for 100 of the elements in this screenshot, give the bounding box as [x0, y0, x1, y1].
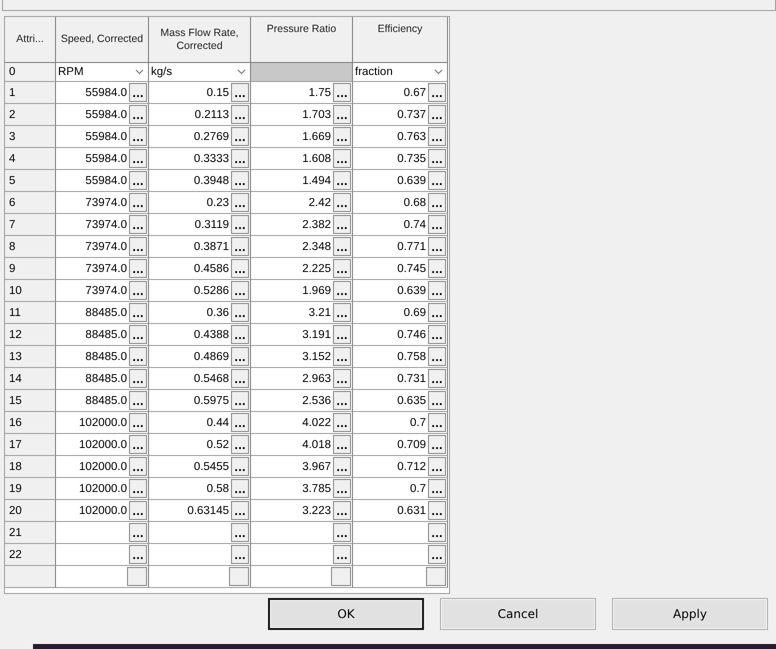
edit-button[interactable]: ... [129, 281, 147, 300]
edit-button[interactable]: ... [129, 457, 147, 476]
table-cell[interactable]: 0.67 ... [353, 82, 448, 104]
table-cell[interactable]: 0.74 ... [353, 214, 448, 236]
edit-button[interactable]: ... [428, 193, 446, 212]
table-cell[interactable]: ... [149, 544, 251, 566]
table-cell[interactable]: 0.63145 ... [149, 500, 251, 522]
table-cell[interactable]: 0.746 ... [353, 324, 448, 346]
edit-button[interactable]: ... [428, 303, 446, 322]
edit-button[interactable]: ... [333, 281, 351, 300]
edit-button[interactable]: ... [129, 413, 147, 432]
edit-button[interactable] [331, 567, 351, 586]
edit-button[interactable]: ... [333, 413, 351, 432]
table-cell[interactable]: 0.5468 ... [149, 368, 251, 390]
edit-button[interactable]: ... [129, 215, 147, 234]
edit-button[interactable]: ... [231, 259, 249, 278]
table-cell[interactable]: 0.36 ... [149, 302, 251, 324]
unit-dropdown[interactable]: fraction [353, 63, 448, 82]
table-cell[interactable]: ... [56, 522, 149, 544]
edit-button[interactable]: ... [231, 171, 249, 190]
edit-button[interactable]: ... [333, 83, 351, 102]
edit-button[interactable]: ... [129, 83, 147, 102]
edit-button[interactable]: ... [428, 171, 446, 190]
edit-button[interactable]: ... [129, 391, 147, 410]
table-cell[interactable] [251, 566, 353, 588]
table-cell[interactable] [149, 566, 251, 588]
edit-button[interactable]: ... [231, 501, 249, 520]
table-cell[interactable]: 2.42 ... [251, 192, 353, 214]
edit-button[interactable]: ... [231, 523, 249, 542]
table-cell[interactable]: 0.4586 ... [149, 258, 251, 280]
table-cell[interactable]: 3.223 ... [251, 500, 353, 522]
table-cell[interactable]: 0.5455 ... [149, 456, 251, 478]
edit-button[interactable]: ... [231, 193, 249, 212]
edit-button[interactable]: ... [129, 193, 147, 212]
edit-button[interactable]: ... [428, 369, 446, 388]
table-cell[interactable]: 0.2769 ... [149, 126, 251, 148]
table-cell[interactable]: 0.4869 ... [149, 346, 251, 368]
table-cell[interactable]: 102000.0 ... [56, 412, 149, 434]
column-header[interactable]: Attri... [5, 17, 56, 63]
table-cell[interactable]: 73974.0 ... [56, 280, 149, 302]
edit-button[interactable]: ... [231, 369, 249, 388]
table-cell[interactable]: 0.68 ... [353, 192, 448, 214]
table-cell[interactable]: ... [353, 544, 448, 566]
edit-button[interactable]: ... [333, 303, 351, 322]
edit-button[interactable]: ... [333, 457, 351, 476]
edit-button[interactable]: ... [231, 325, 249, 344]
table-cell[interactable]: 3.785 ... [251, 478, 353, 500]
table-cell[interactable]: 0.771 ... [353, 236, 448, 258]
table-cell[interactable]: 0.635 ... [353, 390, 448, 412]
edit-button[interactable]: ... [333, 193, 351, 212]
table-cell[interactable]: 102000.0 ... [56, 500, 149, 522]
edit-button[interactable]: ... [428, 479, 446, 498]
edit-button[interactable]: ... [333, 347, 351, 366]
edit-button[interactable]: ... [231, 215, 249, 234]
edit-button[interactable]: ... [333, 435, 351, 454]
table-cell[interactable]: 0.758 ... [353, 346, 448, 368]
table-cell[interactable]: 73974.0 ... [56, 236, 149, 258]
table-cell[interactable]: 0.15 ... [149, 82, 251, 104]
edit-button[interactable]: ... [333, 215, 351, 234]
table-cell[interactable]: 2.963 ... [251, 368, 353, 390]
unit-dropdown[interactable]: RPM [56, 63, 149, 82]
table-cell[interactable]: 0.5286 ... [149, 280, 251, 302]
table-cell[interactable]: 4.018 ... [251, 434, 353, 456]
table-cell[interactable]: 4.022 ... [251, 412, 353, 434]
column-header[interactable]: Efficiency [353, 17, 448, 63]
table-cell[interactable]: 88485.0 ... [56, 390, 149, 412]
table-cell[interactable]: 0.3119 ... [149, 214, 251, 236]
table-cell[interactable]: 0.709 ... [353, 434, 448, 456]
edit-button[interactable]: ... [333, 545, 351, 564]
table-cell[interactable]: 0.763 ... [353, 126, 448, 148]
unit-dropdown[interactable]: kg/s [149, 63, 251, 82]
table-cell[interactable]: 0.737 ... [353, 104, 448, 126]
edit-button[interactable]: ... [428, 523, 446, 542]
edit-button[interactable]: ... [428, 127, 446, 146]
table-cell[interactable]: 88485.0 ... [56, 302, 149, 324]
ok-button[interactable]: OK [268, 598, 424, 630]
edit-button[interactable]: ... [231, 413, 249, 432]
column-header[interactable]: Mass Flow Rate, Corrected [149, 17, 251, 63]
table-cell[interactable]: 0.3948 ... [149, 170, 251, 192]
edit-button[interactable]: ... [129, 501, 147, 520]
table-cell[interactable]: 3.191 ... [251, 324, 353, 346]
edit-button[interactable]: ... [428, 457, 446, 476]
edit-button[interactable]: ... [428, 347, 446, 366]
table-cell[interactable]: 0.712 ... [353, 456, 448, 478]
edit-button[interactable]: ... [428, 237, 446, 256]
edit-button[interactable]: ... [428, 501, 446, 520]
table-cell[interactable]: 0.4388 ... [149, 324, 251, 346]
table-cell[interactable]: 55984.0 ... [56, 104, 149, 126]
edit-button[interactable]: ... [428, 413, 446, 432]
edit-button[interactable]: ... [129, 523, 147, 542]
edit-button[interactable]: ... [333, 237, 351, 256]
edit-button[interactable]: ... [231, 105, 249, 124]
apply-button[interactable]: Apply [612, 598, 768, 630]
edit-button[interactable]: ... [428, 325, 446, 344]
edit-button[interactable]: ... [129, 105, 147, 124]
table-cell[interactable] [353, 566, 448, 588]
table-cell[interactable]: 0.69 ... [353, 302, 448, 324]
table-cell[interactable]: 2.348 ... [251, 236, 353, 258]
table-cell[interactable]: 1.669 ... [251, 126, 353, 148]
edit-button[interactable]: ... [428, 391, 446, 410]
